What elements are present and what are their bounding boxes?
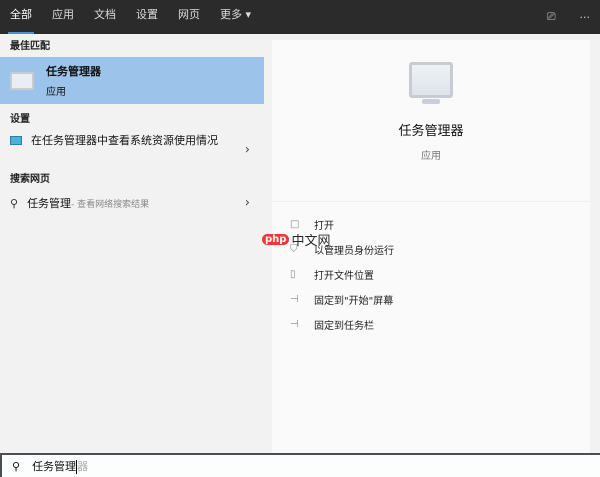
- web-header: 搜索网页: [10, 174, 50, 185]
- search-box[interactable]: ⚲ 任务管理器: [0, 453, 600, 477]
- settings-result-label: 在任务管理器中查看系统资源使用情况: [31, 134, 218, 147]
- tab-more[interactable]: 更多 ▾: [210, 0, 261, 34]
- chevron-right-icon: ›: [244, 195, 250, 211]
- web-suffix: - 查看网络搜索结果: [71, 199, 150, 210]
- search-icon: ⚲: [12, 459, 21, 473]
- autocomplete-hint: 器: [77, 460, 89, 473]
- web-result-item[interactable]: ⚲ 任务管理 - 查看网络搜索结果 ›: [0, 190, 268, 216]
- chevron-right-icon: ›: [244, 142, 250, 158]
- action-label: 固定到任务栏: [314, 321, 374, 332]
- watermark-text: 中文网: [291, 234, 331, 249]
- action-label: 打开文件位置: [314, 271, 374, 282]
- web-query: 任务管理: [27, 197, 72, 210]
- search-input-value[interactable]: 任务管理: [32, 460, 76, 473]
- open-icon: □: [290, 219, 300, 230]
- action-pin-to-taskbar[interactable]: ⊣ 固定到任务栏: [272, 312, 590, 337]
- search-filter-bar: 全部 应用 文档 设置 网页 更多 ▾ ⎚ ···: [0, 0, 600, 34]
- task-manager-large-icon: [409, 62, 453, 104]
- settings-header: 设置: [10, 114, 30, 125]
- tab-documents[interactable]: 文档: [84, 0, 126, 34]
- preview-subtitle: 应用: [421, 151, 441, 162]
- best-match-subtitle: 应用: [46, 87, 66, 98]
- pin-icon: ⊣: [290, 294, 299, 305]
- tab-settings[interactable]: 设置: [126, 0, 168, 34]
- file-icon: ▯: [290, 269, 296, 280]
- tab-apps[interactable]: 应用: [42, 0, 84, 34]
- more-options-icon[interactable]: ···: [580, 11, 591, 24]
- action-open-file-location[interactable]: ▯ 打开文件位置: [272, 262, 590, 287]
- action-label: 固定到"开始"屏幕: [314, 296, 394, 307]
- preview-title: 任务管理器: [398, 124, 464, 139]
- action-pin-to-start[interactable]: ⊣ 固定到"开始"屏幕: [272, 287, 590, 312]
- feedback-icon[interactable]: ⎚: [547, 10, 556, 24]
- best-match-item[interactable]: 任务管理器 应用: [0, 57, 264, 104]
- best-match-title: 任务管理器: [46, 65, 101, 78]
- monitor-icon: [10, 136, 22, 145]
- pin-icon: ⊣: [290, 319, 299, 330]
- tab-all[interactable]: 全部: [0, 0, 42, 34]
- settings-result-item[interactable]: 在任务管理器中查看系统资源使用情况 ›: [0, 130, 268, 170]
- task-manager-icon: [10, 71, 34, 90]
- search-icon: ⚲: [10, 196, 19, 210]
- watermark-php: php: [262, 234, 290, 245]
- best-match-header: 最佳匹配: [10, 41, 50, 52]
- tab-web[interactable]: 网页: [168, 0, 210, 34]
- results-panel: 最佳匹配 任务管理器 应用 设置 在任务管理器中查看系统资源使用情况 › 搜索网…: [0, 34, 268, 453]
- watermark-logo: php 中文网: [262, 230, 330, 249]
